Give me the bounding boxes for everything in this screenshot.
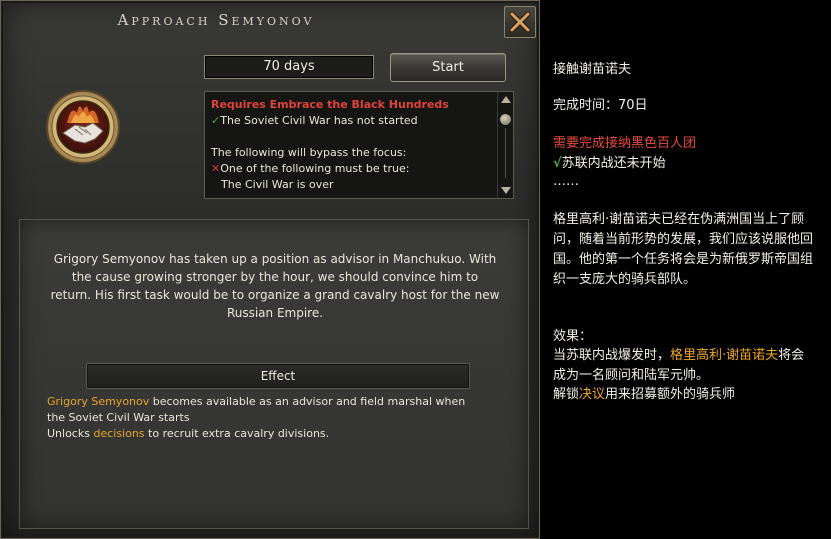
effect-line-3: Unlocks decisions to recruit extra caval… [47, 427, 330, 440]
requirements-box: Requires Embrace the Black Hundreds ✓The… [204, 91, 514, 199]
focus-window: Approach Semyonov 70 days Start Requires… [0, 0, 540, 539]
handshake-flame-emblem-icon [46, 90, 120, 164]
start-button[interactable]: Start [390, 53, 506, 82]
one-of-condition: ✕One of the following must be true: [211, 162, 410, 175]
translation-unlock: 解锁决议用来招募额外的骑兵师 [553, 387, 736, 402]
scroll-thumb[interactable] [500, 114, 511, 125]
effect-header: Effect [86, 363, 470, 389]
check-icon: ✓ [211, 114, 221, 127]
decisions-link[interactable]: decisions [93, 427, 144, 440]
effect-character-name[interactable]: Grigory Semyonov [47, 395, 149, 408]
translation-effect: 当苏联内战爆发时，格里高利·谢苗诺夫将会成为一名顾问和陆军元帅。 [553, 348, 805, 383]
requirements-scrollbar[interactable] [497, 92, 513, 198]
effect-line-2: the Soviet Civil War starts [47, 411, 190, 424]
civil-war-over-condition: The Civil War is over [221, 178, 334, 191]
close-x-icon [509, 11, 531, 33]
check-icon: √ [553, 156, 562, 171]
translation-effect-label: 效果： [553, 329, 593, 344]
requires-prerequisite: Requires Embrace the Black Hundreds [211, 98, 449, 111]
bypass-header: The following will bypass the focus: [211, 146, 407, 159]
translation-description: 格里高利·谢苗诺夫已经在伪满洲国当上了顾问，随着当前形势的发展，我们应该说服他回… [553, 212, 814, 287]
focus-duration: 70 days [204, 55, 374, 79]
translation-title: 接触谢苗诺夫 [553, 62, 632, 77]
close-button[interactable] [504, 6, 536, 38]
condition-civil-war-not-started: ✓The Soviet Civil War has not started [211, 114, 418, 127]
window-title: Approach Semyonov [117, 11, 315, 29]
cross-icon: ✕ [211, 162, 221, 175]
description-panel: Grigory Semyonov has taken up a position… [19, 219, 529, 529]
scroll-rail [505, 128, 506, 178]
scroll-up-arrow-icon[interactable] [501, 96, 511, 103]
translation-ellipsis: …… [553, 174, 579, 189]
translation-requires: 需要完成接纳黑色百人团 [553, 136, 697, 151]
effect-line-1: Grigory Semyonov becomes available as an… [47, 395, 466, 408]
translation-condition: √苏联内战还未开始 [553, 156, 666, 171]
scroll-down-arrow-icon[interactable] [501, 187, 511, 194]
effect-text: Grigory Semyonov becomes available as an… [47, 394, 517, 442]
focus-description: Grigory Semyonov has taken up a position… [50, 252, 500, 320]
translation-time: 完成时间：70日 [553, 98, 648, 113]
